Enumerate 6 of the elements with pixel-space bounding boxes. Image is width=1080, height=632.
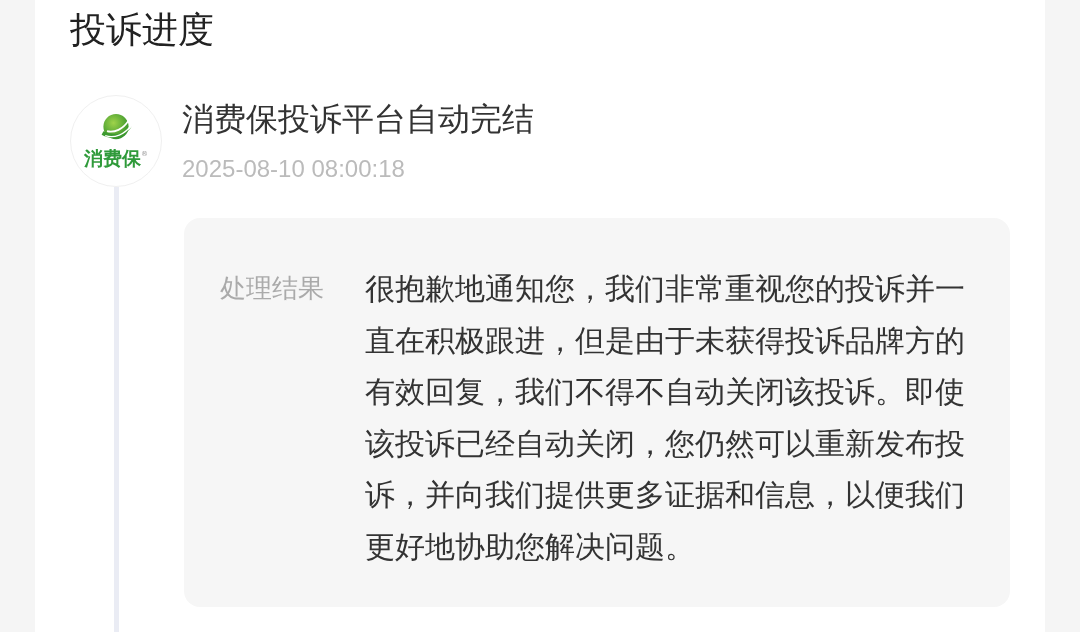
page-title: 投诉进度 xyxy=(70,8,215,52)
logo-text: 消费保$^{®}$ xyxy=(84,147,148,169)
result-text: 很抱歉地通知您，我们非常重视您的投诉并一直在积极跟进，但是由于未获得投诉品牌方的有效回复，我们不得不自动关闭该投诉。即使该投诉已经自动关闭，您仍然可以重新发布投诉，并向我们提供更多证据和信息，以便我们更好地协助您解决问题。 xyxy=(365,270,966,566)
result-label: 处理结果 xyxy=(220,272,325,305)
timestamp: 2025-08-10 08:00:18 xyxy=(182,154,406,184)
entry-title: 消费保投诉平台自动完结 xyxy=(182,99,535,140)
